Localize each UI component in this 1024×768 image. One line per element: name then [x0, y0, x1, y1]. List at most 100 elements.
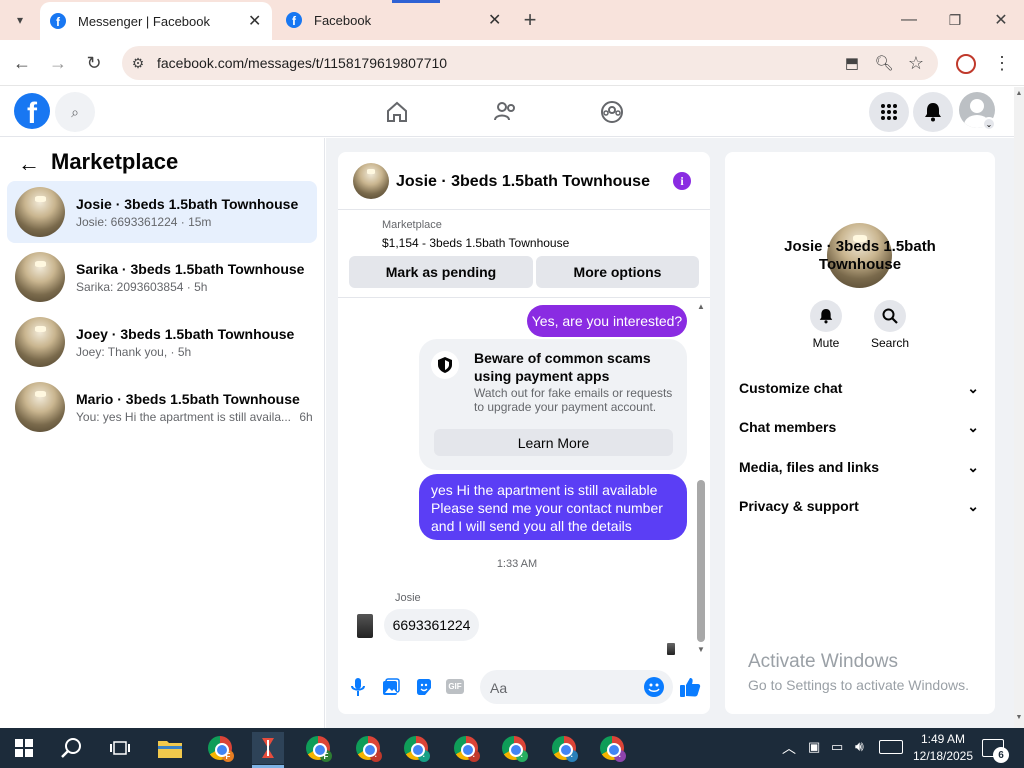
scroll-up-arrow-icon[interactable]: ▲: [1014, 90, 1024, 97]
mute-label[interactable]: Mute: [796, 336, 856, 350]
chat-scroll-down-icon[interactable]: ▼: [696, 645, 706, 654]
search-icon[interactable]: [874, 300, 906, 332]
new-tab-button[interactable]: +: [516, 6, 544, 34]
listing-thumbnail: [15, 382, 65, 432]
sender-name: Josie: [395, 592, 421, 604]
chat-scroll-up-icon[interactable]: ▲: [696, 302, 706, 311]
listing-thumbnail: [15, 317, 65, 367]
close-tab-icon[interactable]: ✕: [488, 10, 501, 30]
back-arrow-icon[interactable]: ←: [18, 151, 40, 177]
emoji-icon[interactable]: [644, 677, 664, 697]
photo-icon[interactable]: [382, 678, 400, 696]
menu-grid-icon[interactable]: [869, 92, 909, 132]
file-explorer-icon[interactable]: [154, 732, 186, 764]
notifications-bell-icon[interactable]: [913, 92, 953, 132]
chrome-icon[interactable]: ·: [352, 732, 384, 764]
tab-messenger[interactable]: f Messenger | Facebook ✕: [40, 2, 272, 40]
mute-bell-icon[interactable]: [810, 300, 842, 332]
friends-icon[interactable]: [492, 99, 518, 125]
activate-windows-title: Activate Windows: [748, 651, 898, 672]
outgoing-message[interactable]: Yes, are you interested?: [527, 305, 687, 337]
chat-scrollbar-thumb[interactable]: [697, 480, 705, 642]
taskbar-clock[interactable]: 1:49 AM 12/18/2025: [910, 731, 976, 765]
conversation-item[interactable]: Joey · 3beds 1.5bath Townhouse Joey: Tha…: [7, 311, 317, 373]
chrome-icon[interactable]: F: [204, 732, 236, 764]
windows-start-icon[interactable]: [8, 732, 40, 764]
customize-chat-section[interactable]: Customize chat ⌄: [739, 376, 979, 400]
conversation-name: Mario · 3beds 1.5bath Townhouse: [76, 390, 300, 407]
conversation-preview: Joey: Thank you, · 5h: [76, 344, 192, 359]
mark-as-pending-button[interactable]: Mark as pending: [349, 256, 533, 288]
page-scrollbar[interactable]: [1014, 87, 1024, 728]
sender-avatar[interactable]: [357, 614, 373, 638]
keyboard-icon[interactable]: [879, 740, 903, 754]
task-view-icon[interactable]: [104, 732, 136, 764]
chevron-down-icon: ⌄: [967, 418, 979, 435]
chevron-down-icon: ⌄: [967, 379, 979, 396]
chrome-icon[interactable]: ·: [498, 732, 530, 764]
learn-more-button[interactable]: Learn More: [434, 429, 673, 456]
info-icon[interactable]: i: [673, 172, 691, 190]
install-app-icon[interactable]: ⬒: [838, 49, 866, 77]
network-icon[interactable]: ▭: [831, 739, 843, 755]
chrome-icon[interactable]: F: [302, 732, 334, 764]
meet-now-icon[interactable]: ▣: [808, 739, 820, 755]
privacy-support-section[interactable]: Privacy & support ⌄: [739, 494, 979, 518]
chrome-icon[interactable]: ·: [450, 732, 482, 764]
chrome-icon[interactable]: ·: [548, 732, 580, 764]
chrome-icon[interactable]: ·: [596, 732, 628, 764]
chat-avatar[interactable]: [353, 163, 389, 199]
sticker-icon[interactable]: [415, 678, 433, 696]
profile-icon[interactable]: [956, 54, 976, 74]
groups-icon[interactable]: [599, 99, 625, 125]
conversation-item[interactable]: Josie · 3beds 1.5bath Townhouse Josie: 6…: [7, 181, 317, 243]
media-files-links-section[interactable]: Media, files and links ⌄: [739, 455, 979, 479]
maximize-button[interactable]: ❐: [941, 6, 969, 34]
show-hidden-icons-chevron-icon[interactable]: ︿: [782, 738, 796, 758]
more-options-button[interactable]: More options: [536, 256, 699, 288]
account-chevron-icon[interactable]: ⌄: [982, 117, 996, 131]
thumbs-up-icon[interactable]: [679, 676, 701, 698]
section-label: Customize chat: [739, 380, 843, 396]
shield-icon: [431, 351, 459, 379]
chevron-down-icon: ⌄: [967, 497, 979, 514]
site-info-icon[interactable]: ⚙: [124, 49, 152, 77]
conversation-name: Josie · 3beds 1.5bath Townhouse: [76, 195, 299, 212]
clock-date: 12/18/2025: [912, 749, 974, 763]
gif-icon[interactable]: GIF: [446, 679, 464, 694]
outgoing-message[interactable]: yes Hi the apartment is still available …: [419, 474, 687, 540]
conversation-item[interactable]: Sarika · 3beds 1.5bath Townhouse Sarika:…: [7, 246, 317, 308]
tab-search-icon[interactable]: ▾: [6, 6, 34, 34]
listing-title[interactable]: $1,154 - 3beds 1.5bath Townhouse: [382, 236, 569, 250]
chrome-icon[interactable]: ·: [400, 732, 432, 764]
taskbar-search-icon[interactable]: [56, 732, 88, 764]
zoom-icon[interactable]: 🔍︎: [870, 49, 898, 77]
scroll-down-arrow-icon[interactable]: ▼: [1014, 714, 1024, 721]
message-input-placeholder: Aa: [490, 680, 508, 696]
home-icon[interactable]: [384, 99, 410, 125]
tab-facebook[interactable]: f Facebook ✕: [278, 0, 510, 40]
url-text[interactable]: facebook.com/messages/t/1158179619807710: [157, 55, 447, 71]
facebook-favicon-icon: f: [286, 12, 302, 28]
bookmark-star-icon[interactable]: ☆: [902, 49, 930, 77]
chat-members-section[interactable]: Chat members ⌄: [739, 415, 979, 439]
forward-icon[interactable]: →: [44, 49, 72, 77]
search-label[interactable]: Search: [860, 336, 920, 350]
clock-time: 1:49 AM: [920, 732, 966, 746]
close-tab-icon[interactable]: ✕: [248, 11, 261, 31]
conversation-name: Joey · 3beds 1.5bath Townhouse: [76, 325, 295, 342]
search-icon[interactable]: ⌕: [55, 92, 95, 132]
microphone-icon[interactable]: [350, 677, 366, 697]
read-receipt-avatar: [667, 643, 675, 655]
minimize-button[interactable]: —: [895, 6, 923, 34]
chat-title[interactable]: Josie · 3beds 1.5bath Townhouse: [396, 173, 650, 191]
close-window-button[interactable]: ✕: [987, 6, 1015, 34]
active-app-icon[interactable]: [252, 732, 284, 764]
conversation-item[interactable]: Mario · 3beds 1.5bath Townhouse You: yes…: [7, 376, 317, 438]
reload-icon[interactable]: ↻: [80, 49, 108, 77]
back-icon[interactable]: ←: [8, 49, 36, 77]
facebook-logo-icon[interactable]: f: [14, 93, 50, 129]
incoming-message[interactable]: 6693361224: [384, 609, 479, 641]
volume-icon[interactable]: 🔊︎: [855, 738, 864, 755]
menu-kebab-icon[interactable]: ⋮: [988, 49, 1016, 77]
